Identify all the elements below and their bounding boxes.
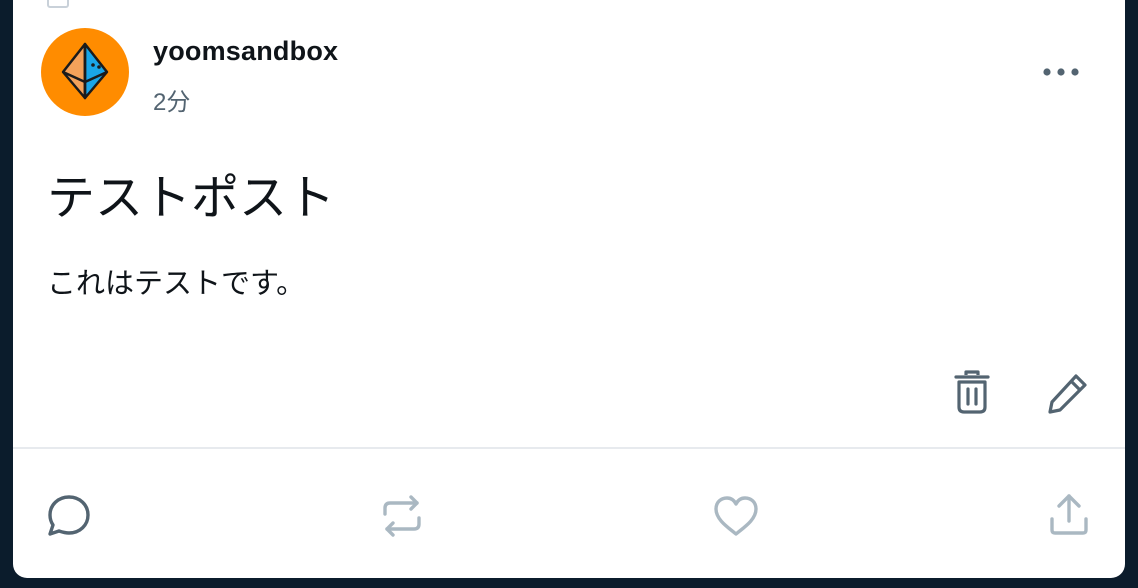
post-card: yoomsandbox 2分 テストポスト これはテストです。	[13, 0, 1125, 578]
trash-icon	[954, 370, 990, 414]
repost-button[interactable]	[375, 490, 429, 542]
repost-icon	[383, 495, 421, 537]
edit-button[interactable]	[1043, 368, 1093, 418]
origami-octahedron-icon	[61, 42, 109, 100]
comment-icon	[48, 495, 90, 536]
delete-button[interactable]	[948, 366, 996, 418]
more-options-button[interactable]	[1035, 56, 1087, 88]
share-upload-icon	[1050, 494, 1088, 535]
share-button[interactable]	[1043, 488, 1095, 540]
post-body: これはテストです。	[47, 266, 306, 300]
avatar[interactable]	[41, 28, 129, 116]
more-dots-icon	[1043, 68, 1079, 76]
post-time[interactable]: 2分	[153, 82, 190, 117]
post-title: テストポスト	[47, 170, 336, 226]
divider	[13, 447, 1125, 449]
reply-button[interactable]	[43, 490, 95, 542]
pencil-icon	[1048, 374, 1087, 414]
heart-icon	[714, 496, 758, 536]
partial-icon	[47, 0, 69, 8]
like-button[interactable]	[709, 490, 763, 542]
username[interactable]: yoomsandbox	[153, 36, 338, 67]
